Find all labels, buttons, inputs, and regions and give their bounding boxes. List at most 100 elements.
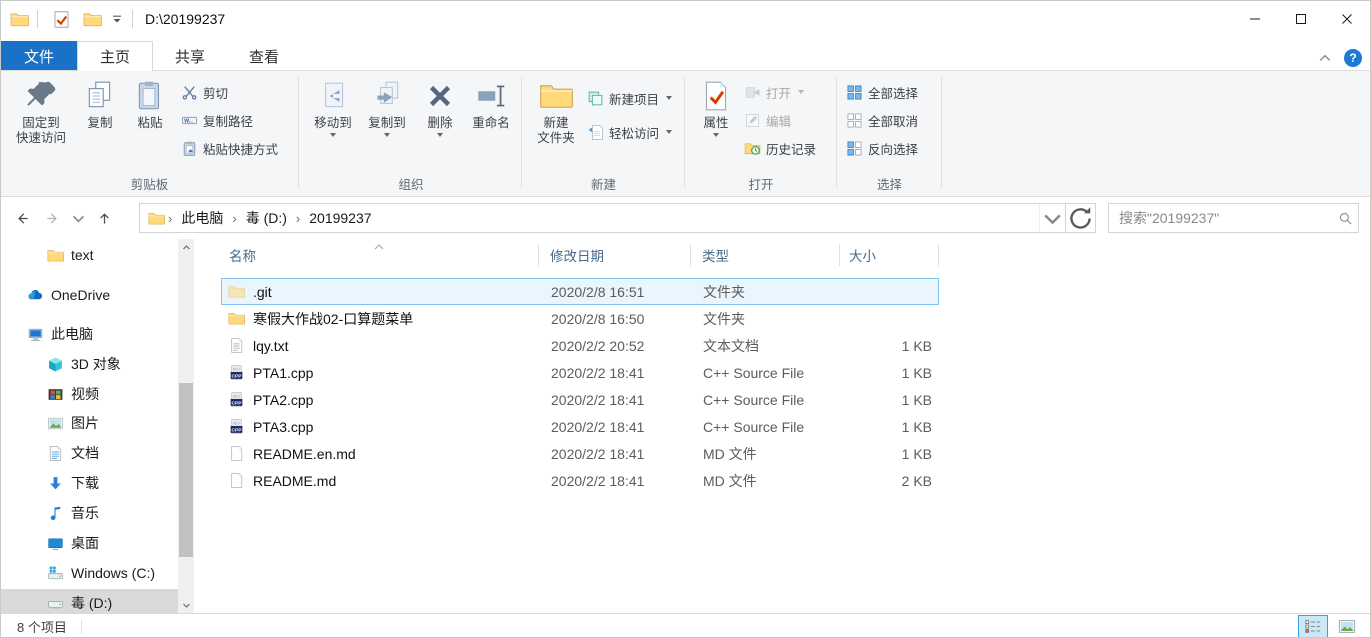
cut-button[interactable]: 剪切 xyxy=(181,79,278,105)
file-row[interactable]: DEV CPP PTA3.cpp 2020/2/2 18:41 C++ Source F… xyxy=(221,413,939,440)
paste-button[interactable]: 粘贴 xyxy=(127,75,173,131)
ribbon: 固定到 快速访问 复制 粘贴 剪切 W... 复制路径 粘贴快捷方式 剪贴板 移… xyxy=(1,70,1370,197)
sidebar-item--[interactable]: 视频 xyxy=(1,380,178,408)
md-doc-icon xyxy=(228,445,245,462)
easy-access-icon xyxy=(587,124,604,141)
sidebar-item--[interactable]: 下载 xyxy=(1,469,178,497)
scroll-up-icon[interactable] xyxy=(178,239,194,255)
close-button[interactable] xyxy=(1324,1,1370,37)
file-row[interactable]: README.en.md 2020/2/2 18:41 MD 文件 1 KB xyxy=(221,440,939,467)
open-button[interactable]: 打开 xyxy=(744,79,816,105)
svg-text:DEV: DEV xyxy=(233,367,241,371)
file-row[interactable]: DEV CPP PTA1.cpp 2020/2/2 18:41 C++ Source F… xyxy=(221,359,939,386)
properties-button[interactable]: 属性 xyxy=(694,75,738,137)
sidebar-scrollbar[interactable] xyxy=(178,239,194,613)
sidebar-item--[interactable]: 文档 xyxy=(1,439,178,467)
sidebar-item--[interactable]: 图片 xyxy=(1,409,178,437)
delete-caret-icon xyxy=(437,133,443,137)
sidebar-item--[interactable]: 音乐 xyxy=(1,499,178,527)
scrollbar-thumb[interactable] xyxy=(179,383,193,557)
details-view-button[interactable] xyxy=(1298,615,1328,637)
new-folder-button[interactable]: 新建 文件夹 xyxy=(529,75,583,146)
delete-button[interactable]: 删除 xyxy=(417,75,463,137)
history-button[interactable]: 历史记录 xyxy=(744,135,816,161)
sidebar-item--[interactable]: 此电脑 xyxy=(1,320,178,348)
sidebar-item-windows-c-[interactable]: Windows (C:) xyxy=(1,559,178,587)
edit-button[interactable]: 编辑 xyxy=(744,107,816,133)
easy-access-button[interactable]: 轻松访问 xyxy=(587,119,673,145)
clipboard-group-label: 剪贴板 xyxy=(130,178,169,192)
file-row[interactable]: lqy.txt 2020/2/2 20:52 文本文档 1 KB xyxy=(221,332,939,359)
help-icon[interactable]: ? xyxy=(1344,49,1362,67)
copy-label: 复制 xyxy=(87,116,113,130)
up-icon[interactable] xyxy=(89,203,119,233)
new-group-label: 新建 xyxy=(590,178,616,192)
breadcrumb-item[interactable]: 20199237 xyxy=(303,210,377,226)
sidebar-item--d-[interactable]: 毒 (D:) xyxy=(1,589,178,613)
file-row[interactable]: .git 2020/2/8 16:51 文件夹 xyxy=(221,278,939,305)
column-header-type[interactable]: 类型 xyxy=(690,239,839,271)
organize-group-label: 组织 xyxy=(398,178,424,192)
properties-label: 属性 xyxy=(703,116,729,130)
move-to-icon xyxy=(316,79,350,113)
copy-path-button[interactable]: W... 复制路径 xyxy=(181,107,278,133)
sidebar-item-label: 图片 xyxy=(71,415,99,431)
file-row[interactable]: README.md 2020/2/2 18:41 MD 文件 2 KB xyxy=(221,467,939,494)
sidebar-item-onedrive[interactable]: OneDrive xyxy=(1,281,178,309)
forward-icon[interactable] xyxy=(37,203,67,233)
file-row[interactable]: DEV CPP PTA2.cpp 2020/2/2 18:41 C++ Source F… xyxy=(221,386,939,413)
scroll-down-icon[interactable] xyxy=(178,597,194,613)
quick-access-new-folder-icon[interactable] xyxy=(83,10,102,29)
invert-selection-label: 反向选择 xyxy=(868,142,919,157)
column-header-size[interactable]: 大小 xyxy=(839,239,939,271)
copy-to-button[interactable]: 复制到 xyxy=(361,75,413,137)
sidebar-item-text[interactable]: text xyxy=(1,241,178,269)
breadcrumb-item[interactable]: 毒 (D:) xyxy=(240,208,293,228)
search-input[interactable] xyxy=(1109,210,1332,226)
select-group-label: 选择 xyxy=(876,178,902,192)
move-to-button[interactable]: 移动到 xyxy=(307,75,359,137)
breadcrumb-item[interactable]: 此电脑 xyxy=(175,208,229,228)
tab-file[interactable]: 文件 xyxy=(1,41,78,71)
paste-shortcut-button[interactable]: 粘贴快捷方式 xyxy=(181,135,278,161)
file-row[interactable]: 寒假大作战02-口算题菜单 2020/2/8 16:50 文件夹 xyxy=(221,305,939,332)
file-rows: .git 2020/2/8 16:51 文件夹 寒假大作战02-口算题菜单 2020/2… xyxy=(221,278,939,494)
rename-button[interactable]: 重命名 xyxy=(463,75,519,131)
minimize-button[interactable] xyxy=(1232,1,1278,37)
recent-locations-icon[interactable] xyxy=(67,203,89,233)
delete-label: 删除 xyxy=(427,116,453,130)
sidebar-item-3d-[interactable]: 3D 对象 xyxy=(1,350,178,378)
quick-access-customize-icon[interactable] xyxy=(110,12,124,26)
ribbon-tabstrip: 文件 主页 共享 查看 ? xyxy=(1,37,1370,71)
select-all-label: 全部选择 xyxy=(868,86,919,101)
quick-access-properties-icon[interactable] xyxy=(52,10,71,29)
properties-caret-icon xyxy=(713,133,719,137)
file-date: 2020/2/2 18:41 xyxy=(551,472,645,489)
address-dropdown-icon[interactable] xyxy=(1039,204,1065,232)
tab-home[interactable]: 主页 xyxy=(77,41,154,71)
file-date: 2020/2/2 18:41 xyxy=(551,364,645,381)
new-item-button[interactable]: 新建项目 xyxy=(587,85,673,111)
maximize-button[interactable] xyxy=(1278,1,1324,37)
easy-access-caret-icon xyxy=(666,130,673,134)
tab-share[interactable]: 共享 xyxy=(153,41,227,71)
refresh-icon[interactable] xyxy=(1065,204,1095,232)
new-folder-label-2: 文件夹 xyxy=(537,131,575,145)
select-none-button[interactable]: 全部取消 xyxy=(846,107,918,133)
copy-button[interactable]: 复制 xyxy=(77,75,123,131)
sidebar-item--[interactable]: 桌面 xyxy=(1,529,178,557)
tab-view[interactable]: 查看 xyxy=(227,41,301,71)
invert-selection-button[interactable]: 反向选择 xyxy=(846,135,918,161)
copy-icon xyxy=(83,79,117,113)
thumbnails-view-button[interactable] xyxy=(1332,615,1362,637)
sidebar-item-label: Windows (C:) xyxy=(71,565,156,581)
column-header-date[interactable]: 修改日期 xyxy=(538,239,690,271)
collapse-ribbon-icon[interactable] xyxy=(1318,51,1332,65)
back-icon[interactable] xyxy=(7,203,37,233)
folder-icon xyxy=(228,310,245,327)
select-all-button[interactable]: 全部选择 xyxy=(846,79,918,105)
address-bar[interactable]: › 此电脑 › 毒 (D:) › 20199237 xyxy=(139,203,1096,233)
svg-text:DEV: DEV xyxy=(233,421,241,425)
search-icon[interactable] xyxy=(1332,204,1358,232)
pin-to-quick-access-button[interactable]: 固定到 快速访问 xyxy=(9,75,73,146)
